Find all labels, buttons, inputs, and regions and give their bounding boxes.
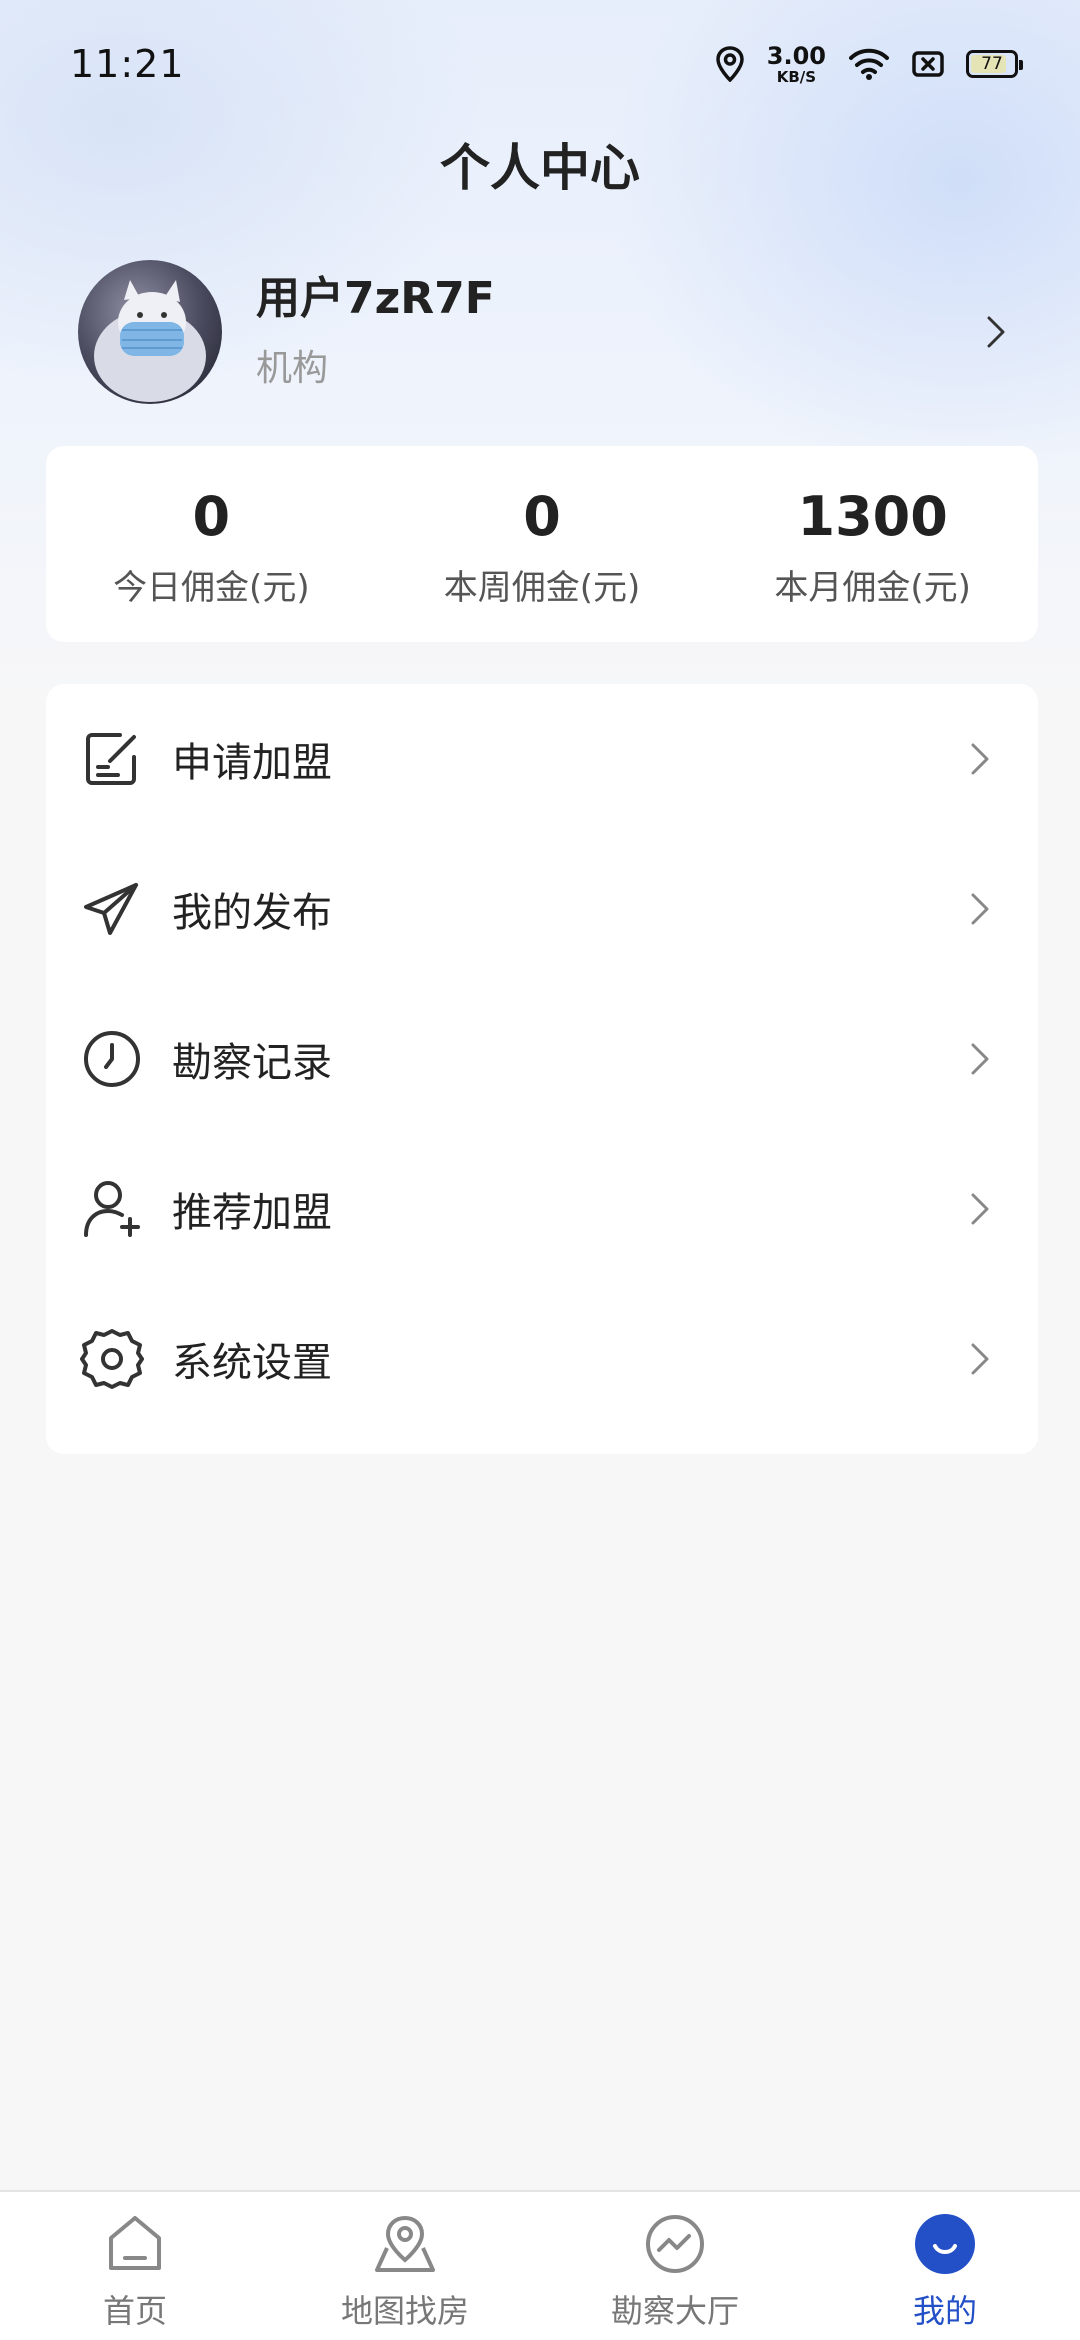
tab-mine[interactable]: 我的 [810, 2192, 1080, 2340]
edit-note-icon [86, 733, 136, 785]
tab-map-search[interactable]: 地图找房 [270, 2192, 540, 2340]
menu-item-apply-join[interactable]: 申请加盟 [46, 684, 1038, 834]
tab-label: 地图找房 [340, 2292, 469, 2330]
gear-icon [80, 1329, 144, 1389]
menu-item-system-settings[interactable]: 系统设置 [46, 1284, 1038, 1434]
status-bar: 11:21 3.00 KB/S 77 [0, 0, 1080, 130]
avatar-image [78, 260, 222, 404]
network-speed: 3.00 KB/S [767, 44, 826, 85]
user-name: 用户7zR7F [256, 272, 495, 324]
network-speed-unit: KB/S [776, 67, 817, 86]
stat-value: 0 [192, 485, 231, 548]
menu-card: 申请加盟 我的发布 勘察记录 推荐加盟 系统设置 [46, 684, 1038, 1454]
chevron-right-icon [971, 1343, 989, 1375]
map-pin-icon [375, 2215, 435, 2272]
stat-month: 1300 本月佣金(元) [707, 446, 1038, 642]
stat-value: 1300 [797, 485, 948, 548]
location-icon [716, 46, 744, 82]
menu-item-my-posts[interactable]: 我的发布 [46, 834, 1038, 984]
chevron-right-icon[interactable] [974, 310, 1018, 354]
menu-item-label: 申请加盟 [172, 740, 332, 786]
menu-item-label: 系统设置 [172, 1340, 332, 1386]
chevron-right-icon [971, 1043, 989, 1075]
smile-icon [915, 2214, 975, 2274]
stat-today: 0 今日佣金(元) [46, 446, 377, 642]
tab-label: 我的 [912, 2292, 977, 2330]
page-title: 个人中心 [440, 139, 640, 197]
menu-item-recommend-join[interactable]: 推荐加盟 [46, 1134, 1038, 1284]
network-speed-value: 3.00 [766, 41, 826, 70]
commission-stats-card: 0 今日佣金(元) 0 本周佣金(元) 1300 本月佣金(元) [46, 446, 1038, 642]
no-sim-icon [912, 51, 944, 77]
stat-value: 0 [523, 485, 561, 548]
menu-item-label: 推荐加盟 [172, 1190, 332, 1236]
menu-item-label: 勘察记录 [172, 1040, 332, 1086]
clock-icon [84, 1031, 140, 1087]
paper-plane-icon [84, 883, 138, 935]
home-icon [109, 2216, 161, 2270]
tab-home[interactable]: 首页 [0, 2192, 270, 2340]
profile-row[interactable]: 用户7zR7F 机构 [78, 260, 1018, 404]
bottom-tab-bar: 首页 地图找房 勘察大厅 我的 [0, 2190, 1080, 2340]
chevron-right-icon [971, 893, 989, 925]
status-time: 11:21 [70, 42, 185, 86]
battery-level: 77 [981, 54, 1003, 74]
add-user-icon [84, 1181, 140, 1237]
tab-label: 勘察大厅 [610, 2292, 739, 2330]
user-role: 机构 [256, 348, 329, 390]
tab-label: 首页 [102, 2292, 167, 2330]
tab-survey-hall[interactable]: 勘察大厅 [540, 2192, 810, 2340]
stat-label: 本周佣金(元) [443, 568, 641, 608]
avatar[interactable] [78, 260, 222, 404]
menu-item-label: 我的发布 [172, 890, 332, 936]
stat-label: 本月佣金(元) [774, 568, 971, 608]
stat-label: 今日佣金(元) [113, 568, 310, 608]
wifi-icon [849, 48, 889, 80]
trend-icon [646, 2215, 704, 2273]
menu-item-survey-records[interactable]: 勘察记录 [46, 984, 1038, 1134]
stat-week: 0 本周佣金(元) [377, 446, 708, 642]
status-icons: 3.00 KB/S 77 [715, 40, 1023, 88]
chevron-right-icon [971, 743, 989, 775]
chevron-right-icon [971, 1193, 989, 1225]
battery-icon: 77 [966, 50, 1023, 78]
